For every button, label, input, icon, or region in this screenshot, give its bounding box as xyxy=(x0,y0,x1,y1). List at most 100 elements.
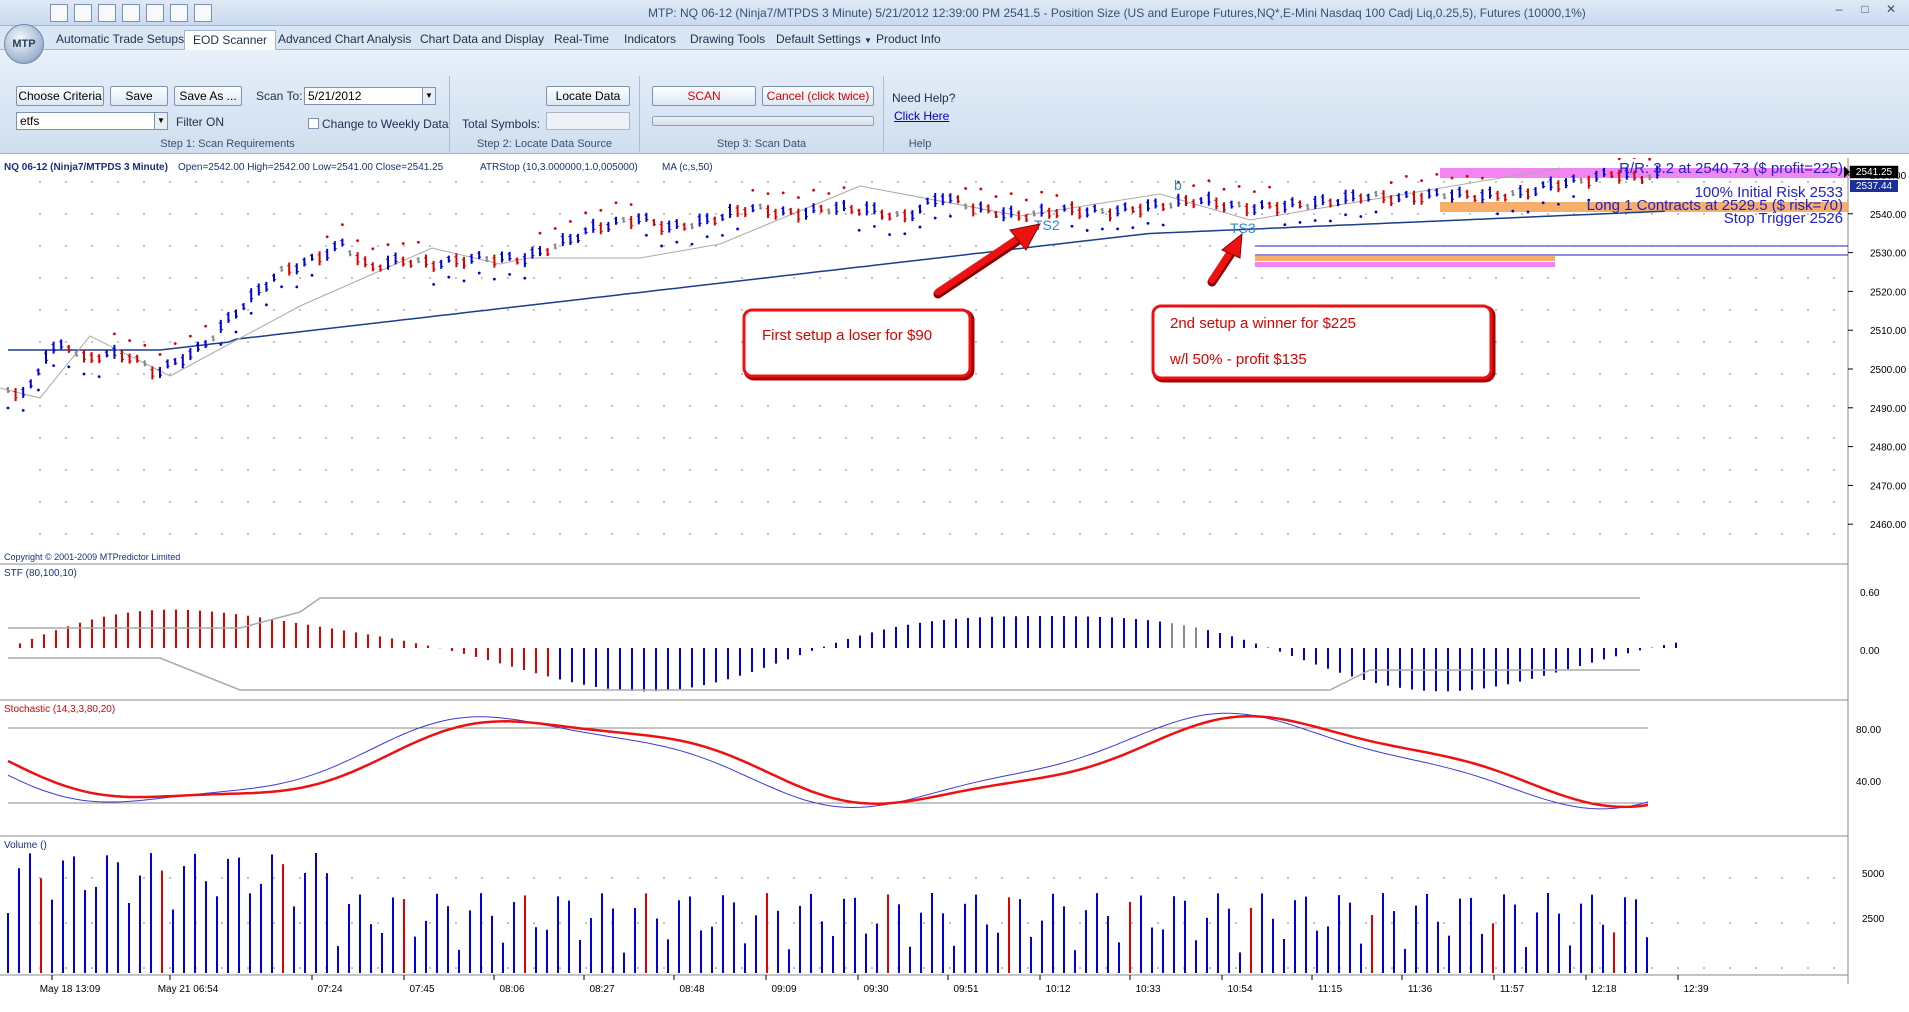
ohlc-readout: Open=2542.00 High=2542.00 Low=2541.00 Cl… xyxy=(178,162,444,173)
tab-drawing-tools[interactable]: Drawing Tools xyxy=(682,30,773,50)
time-tick: 07:45 xyxy=(409,984,434,995)
chart-area[interactable]: NQ 06-12 (Ninja7/MTPDS 3 Minute) Open=25… xyxy=(0,152,1909,1009)
criteria-select[interactable]: etfs ▼ xyxy=(16,112,168,130)
tab-chart-data-and-display[interactable]: Chart Data and Display xyxy=(412,30,552,50)
time-tick: 09:51 xyxy=(953,984,978,995)
new-icon[interactable] xyxy=(50,4,68,22)
stoch-tick-80: 80.00 xyxy=(1856,725,1881,736)
cancel-button[interactable]: Cancel (click twice) xyxy=(762,86,874,106)
time-tick: May 18 13:09 xyxy=(40,984,101,995)
volume-tick-5000: 5000 xyxy=(1862,869,1885,880)
price-tick: 2520.00 xyxy=(1870,287,1907,298)
grid-icon[interactable] xyxy=(170,4,188,22)
app-logo[interactable]: MTP xyxy=(4,24,44,64)
open-icon[interactable] xyxy=(74,4,92,22)
stochastic-label: Stochastic (14,3,3,80,20) xyxy=(4,704,115,715)
click-here-link[interactable]: Click Here xyxy=(894,109,949,123)
time-tick: 10:12 xyxy=(1045,984,1070,995)
window-title: MTP: NQ 06-12 (Ninja7/MTPDS 3 Minute) 5/… xyxy=(648,6,1586,20)
layout-icon[interactable] xyxy=(98,4,116,22)
price-tick: 2470.00 xyxy=(1870,481,1907,492)
note-second-setup-line1: 2nd setup a winner for $225 xyxy=(1170,315,1356,332)
locate-data-button[interactable]: Locate Data xyxy=(546,86,630,106)
stop-trigger-label: Stop Trigger 2526 xyxy=(1724,210,1843,227)
note-first-setup: First setup a loser for $90 xyxy=(762,327,932,344)
price-tick: 2510.00 xyxy=(1870,326,1907,337)
note-second-setup-line2: w/l 50% - profit $135 xyxy=(1169,351,1307,368)
save-button[interactable]: Save xyxy=(110,86,168,106)
tab-default-settings[interactable]: Default Settings xyxy=(768,30,869,50)
scan-to-value: 5/21/2012 xyxy=(308,89,362,103)
price-tick: 2460.00 xyxy=(1870,520,1907,531)
maximize-icon[interactable]: □ xyxy=(1853,2,1877,20)
help-label: Help xyxy=(908,138,932,150)
criteria-value: etfs xyxy=(20,114,40,128)
volume-tick-2500: 2500 xyxy=(1862,914,1885,925)
price-tick: 2540.00 xyxy=(1870,210,1907,221)
time-tick: 12:39 xyxy=(1683,984,1708,995)
time-tick: 09:09 xyxy=(771,984,796,995)
time-tick: 11:36 xyxy=(1408,984,1433,995)
step2-label: Step 2: Locate Data Source xyxy=(476,138,613,150)
window-icon[interactable] xyxy=(122,4,140,22)
stf-tick-high: 0.60 xyxy=(1860,588,1880,599)
tab-eod-scanner[interactable]: EOD Scanner xyxy=(184,30,277,50)
time-tick: 11:57 xyxy=(1500,984,1525,995)
choose-criteria-button[interactable]: Choose Criteria xyxy=(16,86,104,106)
export-icon[interactable] xyxy=(194,4,212,22)
total-symbols-label: Total Symbols: xyxy=(462,117,541,131)
tab-product-info[interactable]: Product Info xyxy=(868,30,949,50)
time-tick: 11:15 xyxy=(1318,984,1343,995)
checkbox-icon[interactable] xyxy=(308,118,319,129)
stop-price-value: 2537.44 xyxy=(1856,181,1893,192)
tab-advanced-chart-analysis[interactable]: Advanced Chart Analysis xyxy=(270,30,419,50)
stf-label: STF (80,100,10) xyxy=(4,568,77,579)
scan-button[interactable]: SCAN xyxy=(652,86,756,106)
scan-progress-bar xyxy=(652,116,874,126)
time-tick: 10:54 xyxy=(1227,984,1252,995)
chevron-down-icon[interactable]: ▼ xyxy=(154,113,167,129)
tab-real-time[interactable]: Real-Time xyxy=(546,30,617,50)
last-price-value: 2541.25 xyxy=(1856,167,1893,178)
price-tick: 2490.00 xyxy=(1870,404,1907,415)
chart-header: NQ 06-12 (Ninja7/MTPDS 3 Minute) xyxy=(4,162,168,173)
ribbon-panel: Choose Criteria Save Save As ... Scan To… xyxy=(0,50,1909,154)
price-tick: 2480.00 xyxy=(1870,443,1907,454)
total-symbols-field xyxy=(546,112,630,130)
copy-icon[interactable] xyxy=(146,4,164,22)
price-tick: 2500.00 xyxy=(1870,365,1907,376)
close-icon[interactable]: ✕ xyxy=(1879,2,1903,20)
weekly-data-checkbox[interactable]: Change to Weekly Data xyxy=(308,117,449,131)
time-tick: 10:33 xyxy=(1135,984,1160,995)
scan-to-date-input[interactable]: 5/21/2012 ▼ xyxy=(304,87,436,105)
time-tick: 08:27 xyxy=(589,984,614,995)
minimize-icon[interactable]: – xyxy=(1827,2,1851,20)
stf-tick-zero: 0.00 xyxy=(1860,646,1880,657)
group-help: Need Help? Click Here Help xyxy=(884,76,956,152)
price-tick: 2530.00 xyxy=(1870,249,1907,260)
stop-zone-magenta xyxy=(1255,262,1555,267)
group-scan-requirements: Choose Criteria Save Save As ... Scan To… xyxy=(6,76,450,152)
ts3-marker: TS3 xyxy=(1230,220,1256,236)
time-tick: 12:18 xyxy=(1591,984,1616,995)
tab-indicators[interactable]: Indicators xyxy=(616,30,684,50)
b-marker: b xyxy=(1174,177,1182,193)
quick-access-toolbar xyxy=(50,4,212,22)
tab-automatic-trade-setups[interactable]: Automatic Trade Setups xyxy=(48,30,192,50)
need-help-label: Need Help? xyxy=(892,91,956,105)
time-tick: 07:24 xyxy=(317,984,342,995)
entry-zone-orange xyxy=(1255,256,1555,261)
group-scan-data: SCAN Cancel (click twice) Step 3: Scan D… xyxy=(640,76,884,152)
volume-label: Volume () xyxy=(4,840,47,851)
title-bar: MTP: NQ 06-12 (Ninja7/MTPDS 3 Minute) 5/… xyxy=(0,0,1909,26)
weekly-data-label: Change to Weekly Data xyxy=(322,117,449,131)
save-as-button[interactable]: Save As ... xyxy=(174,86,242,106)
copyright: Copyright © 2001-2009 MTPredictor Limite… xyxy=(4,552,180,562)
group-locate-data: Locate Data Total Symbols: Step 2: Locat… xyxy=(450,76,640,152)
chart-svg[interactable]: NQ 06-12 (Ninja7/MTPDS 3 Minute) Open=25… xyxy=(0,152,1909,1009)
time-tick: 08:06 xyxy=(499,984,524,995)
filter-status: Filter ON xyxy=(176,115,224,129)
time-tick: 09:30 xyxy=(863,984,888,995)
ma-label: MA (c,s,50) xyxy=(662,162,713,173)
chevron-down-icon[interactable]: ▼ xyxy=(422,88,435,104)
